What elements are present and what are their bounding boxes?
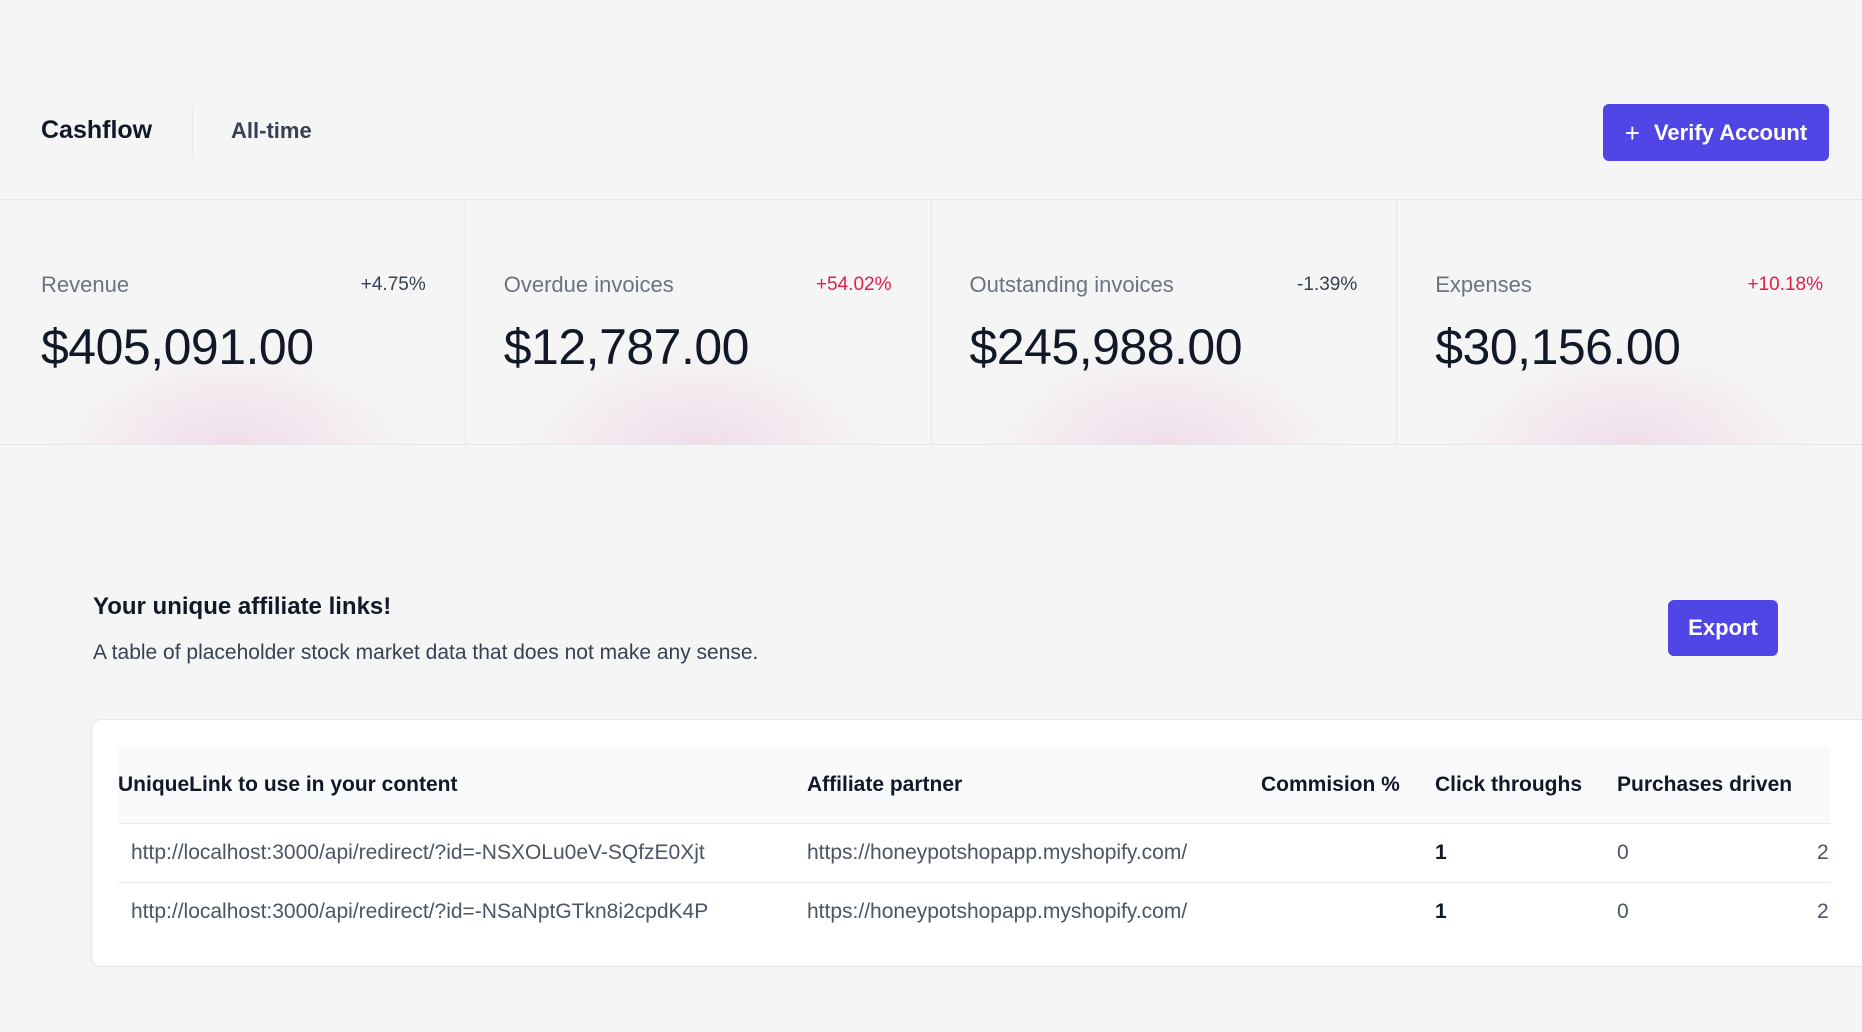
click-throughs-cell: 1 [1435,899,1447,923]
verify-account-label: Verify Account [1653,119,1808,145]
unique-link-cell[interactable]: http://localhost:3000/api/redirect/?id=-… [118,823,807,883]
stat-change: +10.18% [1747,274,1823,295]
stat-value: $245,988.00 [969,319,1243,375]
stat-value: $12,787.00 [503,319,750,375]
click-throughs-cell: 1 [1435,823,1617,883]
stat-card-outstanding-invoices: Outstanding invoices -1.39% $245,988.00 [931,200,1398,444]
stat-label: Revenue [41,272,130,297]
table-header-row: UniqueLink to use in your content Affili… [118,747,1830,824]
stat-value: $405,091.00 [41,319,314,375]
overflow-cell: 2 [1817,823,1830,883]
stats-row: Revenue +4.75% $405,091.00 Overdue invoi… [0,200,1862,445]
stat-card-expenses: Expenses +10.18% $30,156.00 [1397,200,1862,444]
purchases-driven-cell: 0 [1617,823,1817,883]
column-header-unique-link: UniqueLink to use in your content [118,747,807,824]
purchases-driven-cell: 0 [1617,899,1629,923]
stat-card-overdue-invoices: Overdue invoices +54.02% $12,787.00 [465,200,932,444]
column-header-purchases-driven: Purchases driven [1617,747,1817,824]
affiliate-partner-cell: https://honeypotshopapp.myshopify.com/ [807,899,1188,923]
column-header-overflow [1817,747,1830,824]
table-row: http://localhost:3000/api/redirect/?id=-… [118,882,1830,941]
affiliate-section-description: A table of placeholder stock market data… [93,641,759,664]
commission-cell [1261,823,1435,883]
plus-icon: + [1624,117,1640,148]
unique-link-cell[interactable]: http://localhost:3000/api/redirect/?id=-… [118,882,807,941]
stat-label: Outstanding invoices [969,272,1174,297]
table-row: http://localhost:3000/api/redirect/?id=-… [118,823,1830,883]
export-button[interactable]: Export [1668,600,1778,656]
stat-value: $30,156.00 [1435,319,1681,375]
affiliate-table-card: UniqueLink to use in your content Affili… [91,719,1862,967]
page-title: Cashflow [41,116,153,144]
column-header-commission: Commision % [1261,747,1435,824]
column-header-click-throughs: Click throughs [1435,747,1617,824]
table-scroll-area[interactable]: UniqueLink to use in your content Affili… [92,720,1830,966]
stat-change: -1.39% [1297,274,1358,295]
affiliate-links-table: UniqueLink to use in your content Affili… [118,747,1830,941]
column-header-affiliate-partner: Affiliate partner [807,747,1261,824]
stat-change: +54.02% [815,274,892,295]
stat-label: Expenses [1435,272,1532,297]
verify-account-button[interactable]: + Verify Account [1603,104,1829,161]
overflow-cell: 2 [1817,899,1829,923]
affiliate-section-title: Your unique affiliate links! [93,593,392,620]
page-header: Cashflow All-time + Verify Account [0,0,1862,200]
header-divider [192,108,193,156]
stat-label: Overdue invoices [503,272,674,297]
date-range-label[interactable]: All-time [231,118,312,144]
commission-cell [1261,882,1435,941]
stat-card-revenue: Revenue +4.75% $405,091.00 [0,200,466,444]
stat-change: +4.75% [360,274,426,295]
affiliate-partner-cell: https://honeypotshopapp.myshopify.com/ [807,823,1261,883]
cashflow-page: Cashflow All-time + Verify Account Reven… [0,0,1862,1032]
